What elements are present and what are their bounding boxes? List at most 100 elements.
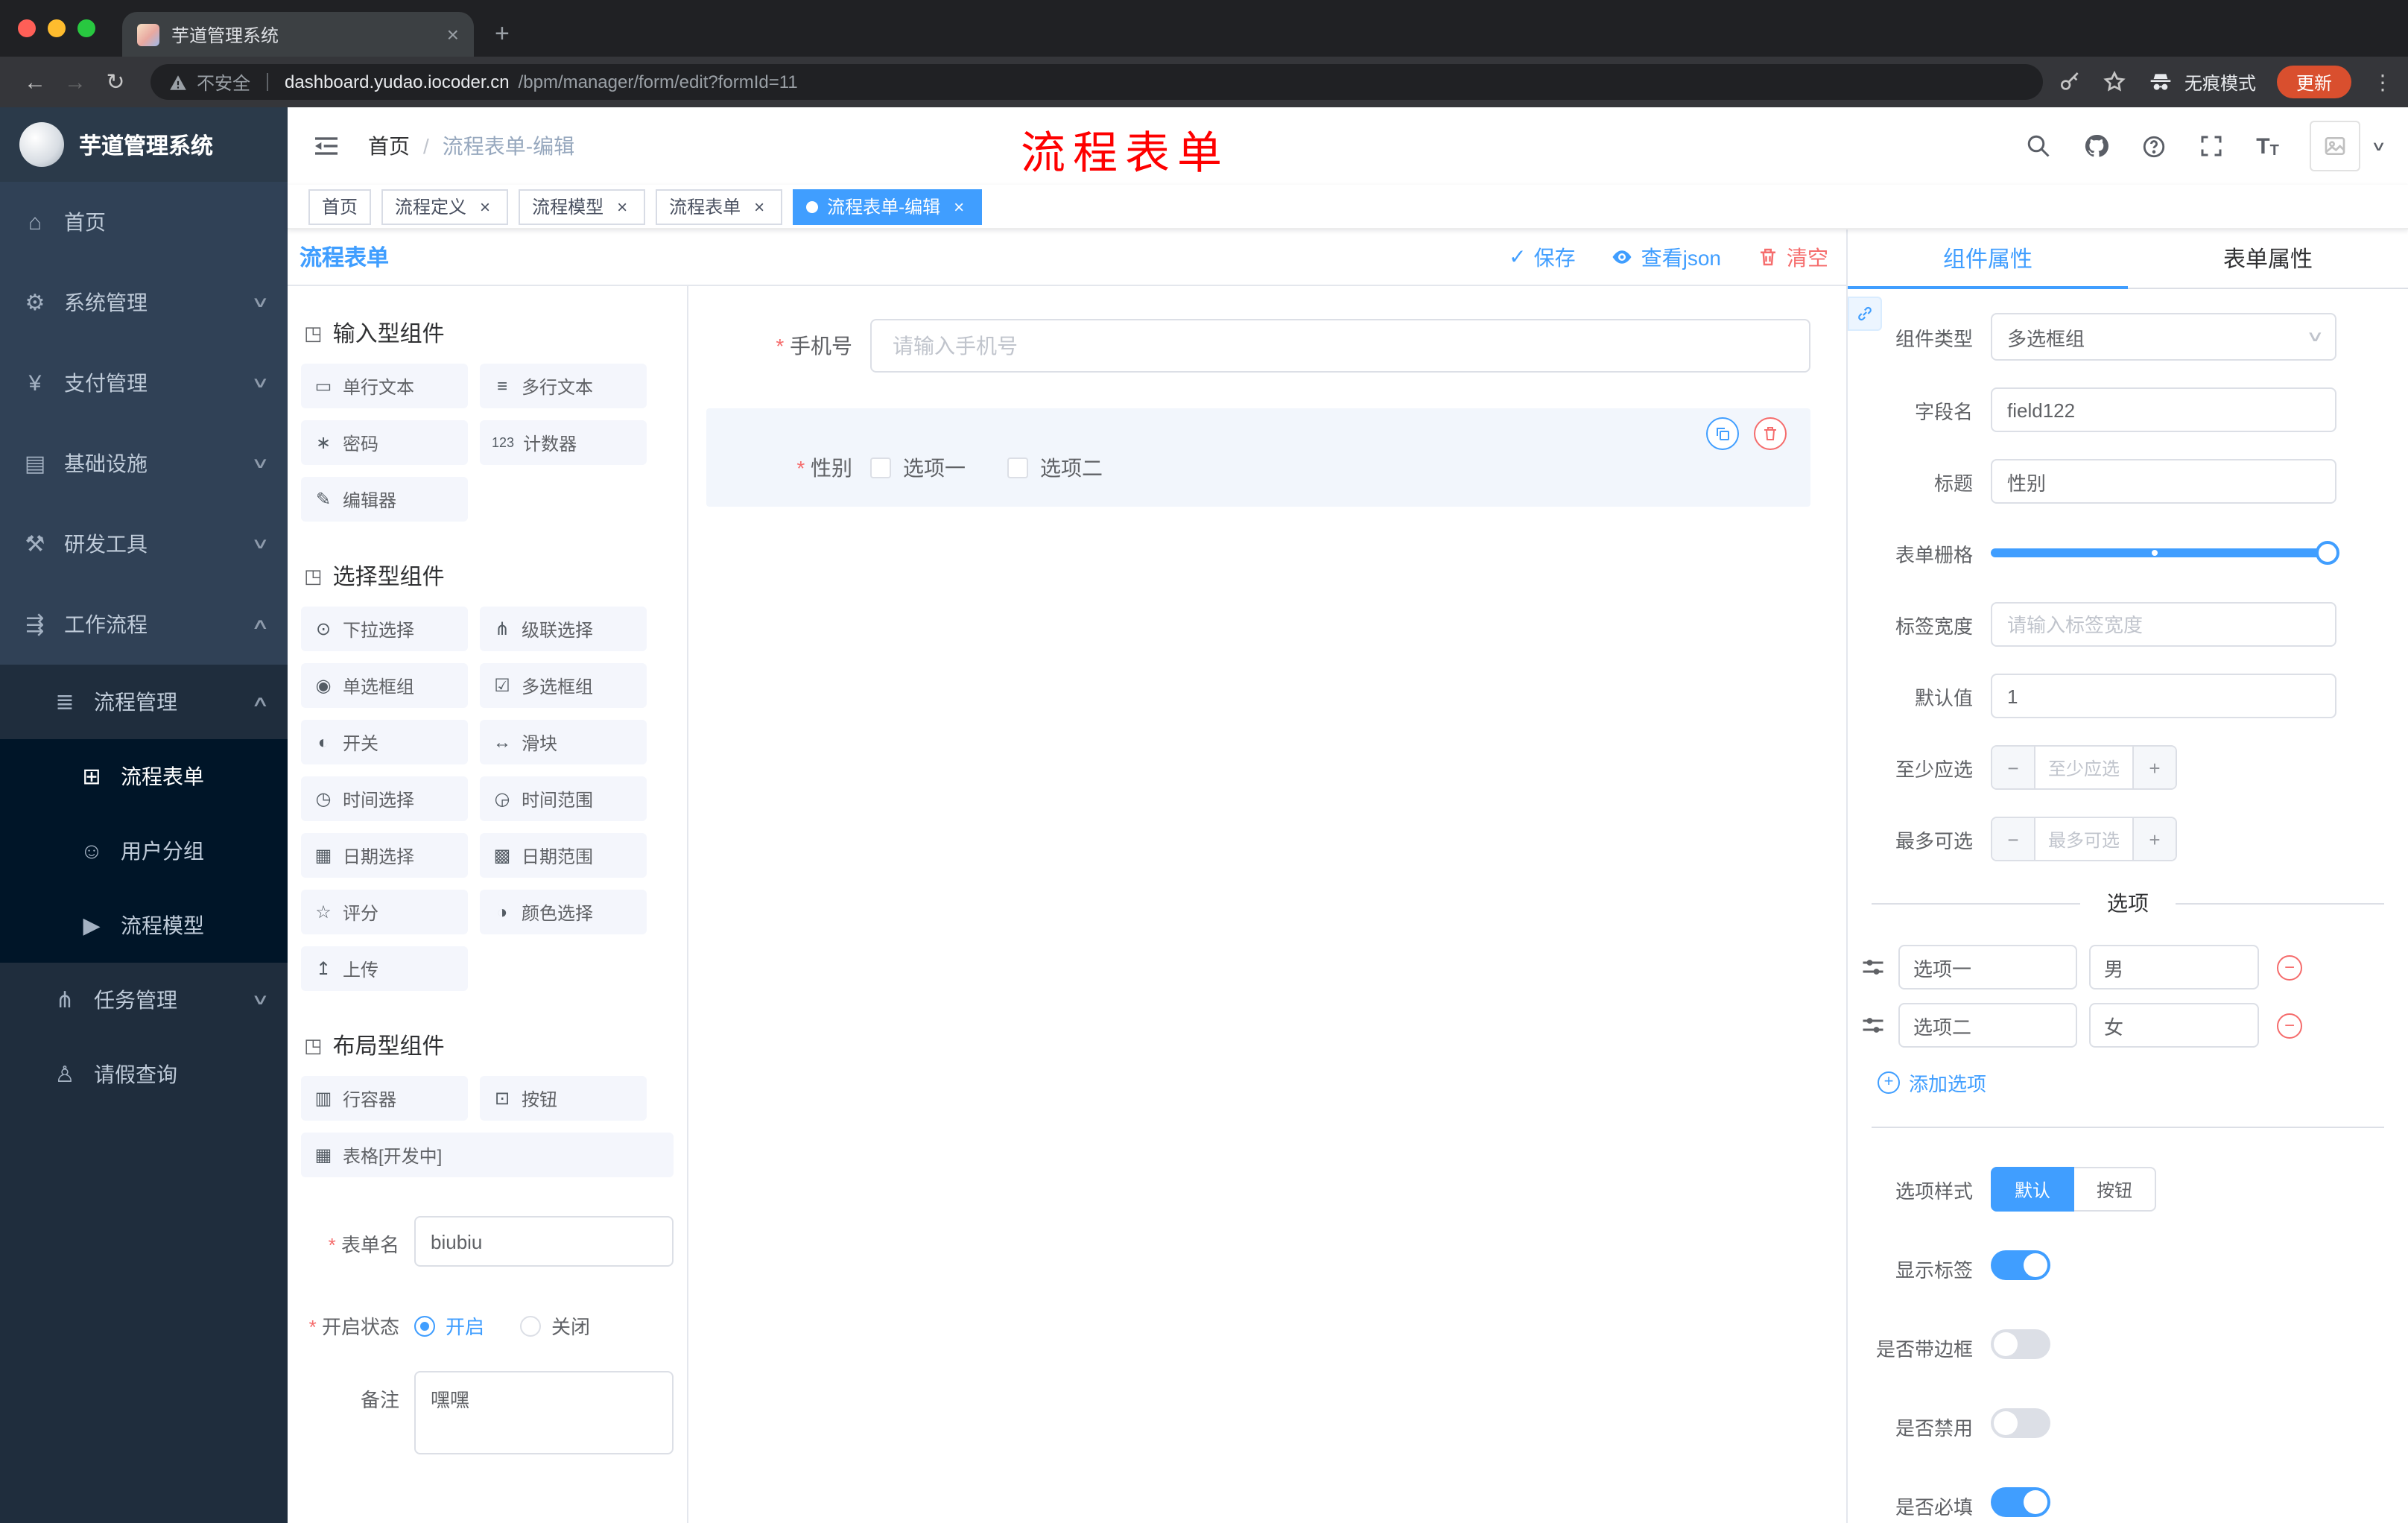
palette-item-counter[interactable]: 123 计数器: [480, 420, 647, 465]
sidebar-item-process-form[interactable]: ⊞ 流程表单: [0, 739, 288, 814]
new-tab-button[interactable]: +: [474, 19, 510, 57]
disabled-switch[interactable]: [1991, 1408, 2050, 1438]
sidebar-item-infrastructure[interactable]: ▤ 基础设施 ∨: [0, 423, 288, 504]
palette-item-multi-line-text[interactable]: ≡ 多行文本: [480, 364, 647, 408]
tag-close-icon[interactable]: ×: [949, 196, 969, 217]
palette-item-row-container[interactable]: ▥ 行容器: [301, 1076, 468, 1121]
canvas-item-gender-selected[interactable]: 性别 选项一 选项二: [706, 408, 1810, 507]
option2-name-input[interactable]: [1898, 1003, 2077, 1048]
phone-input[interactable]: [870, 319, 1810, 373]
palette-item-date-picker[interactable]: ▦ 日期选择: [301, 833, 468, 878]
save-button[interactable]: ✓ 保存: [1509, 242, 1575, 272]
window-maximize-button[interactable]: [77, 19, 95, 37]
min-select-value[interactable]: 至少应选: [2035, 747, 2132, 788]
decrease-button[interactable]: −: [1992, 818, 2035, 860]
remove-option-button[interactable]: −: [2277, 1013, 2302, 1038]
view-json-button[interactable]: 查看json: [1612, 242, 1721, 272]
palette-item-button[interactable]: ⊡ 按钮: [480, 1076, 647, 1121]
remove-option-button[interactable]: −: [2277, 954, 2302, 980]
tag-close-icon[interactable]: ×: [612, 196, 632, 217]
palette-item-cascader[interactable]: ⋔ 级联选择: [480, 607, 647, 651]
default-value-input[interactable]: [1991, 674, 2336, 718]
tab-form-props[interactable]: 表单属性: [2128, 229, 2408, 288]
sidebar-item-home[interactable]: ⌂ 首页: [0, 182, 288, 262]
back-button[interactable]: ←: [15, 69, 55, 95]
gender-option2-checkbox[interactable]: 选项二: [1007, 453, 1103, 483]
add-option-button[interactable]: + 添加选项: [1878, 1068, 2408, 1097]
palette-item-color-picker[interactable]: ◑ 颜色选择: [480, 890, 647, 934]
tab-component-props[interactable]: 组件属性: [1848, 229, 2128, 289]
tag-close-icon[interactable]: ×: [750, 196, 769, 217]
palette-item-radio-group[interactable]: ◉ 单选框组: [301, 663, 468, 708]
tag-home[interactable]: 首页: [308, 189, 372, 224]
component-type-select[interactable]: 多选框组 ∨: [1991, 313, 2336, 361]
palette-item-password[interactable]: ∗ 密码: [301, 420, 468, 465]
sidebar-item-devtools[interactable]: ⚒ 研发工具 ∨: [0, 504, 288, 584]
grid-slider[interactable]: [1991, 531, 2339, 575]
copy-component-button[interactable]: [1706, 417, 1739, 450]
window-close-button[interactable]: [18, 19, 36, 37]
decrease-button[interactable]: −: [1992, 747, 2035, 788]
increase-button[interactable]: +: [2132, 747, 2176, 788]
help-icon[interactable]: [2141, 133, 2167, 159]
remark-textarea[interactable]: 嘿嘿: [414, 1371, 674, 1454]
delete-component-button[interactable]: [1754, 417, 1787, 450]
palette-item-time-picker[interactable]: ◷ 时间选择: [301, 776, 468, 821]
field-name-input[interactable]: [1991, 387, 2336, 432]
avatar[interactable]: [2310, 121, 2361, 171]
clear-button[interactable]: 清空: [1757, 242, 1828, 272]
tag-process-form[interactable]: 流程表单 ×: [656, 189, 783, 224]
reload-button[interactable]: ↻: [95, 69, 136, 95]
palette-item-upload[interactable]: ↥ 上传: [301, 946, 468, 991]
sidebar-item-payment[interactable]: ¥ 支付管理 ∨: [0, 343, 288, 423]
show-label-switch[interactable]: [1991, 1250, 2050, 1280]
window-minimize-button[interactable]: [48, 19, 66, 37]
sidebar-fold-icon[interactable]: [311, 131, 341, 161]
label-width-input[interactable]: [1991, 602, 2336, 647]
password-key-icon[interactable]: [2058, 70, 2082, 94]
status-on-radio[interactable]: 开启: [414, 1311, 484, 1340]
sidebar-item-system[interactable]: ⚙ 系统管理 ∨: [0, 262, 288, 343]
bookmark-star-icon[interactable]: [2103, 70, 2126, 94]
drag-handle-icon[interactable]: [1860, 954, 1886, 981]
font-size-icon[interactable]: TT: [2256, 133, 2279, 159]
palette-item-time-range[interactable]: ◶ 时间范围: [480, 776, 647, 821]
fullscreen-icon[interactable]: [2198, 133, 2225, 159]
browser-update-button[interactable]: 更新: [2276, 66, 2351, 98]
tag-close-icon[interactable]: ×: [475, 196, 495, 217]
option1-value-input[interactable]: [2089, 945, 2259, 990]
tab-close-icon[interactable]: ×: [447, 22, 459, 46]
browser-menu-icon[interactable]: ⋮: [2372, 69, 2393, 95]
slider-handle[interactable]: [2316, 541, 2339, 565]
tag-process-definition[interactable]: 流程定义 ×: [381, 189, 509, 224]
tag-process-form-edit[interactable]: 流程表单-编辑 ×: [793, 189, 983, 224]
palette-item-select[interactable]: ⊙ 下拉选择: [301, 607, 468, 651]
palette-item-rate[interactable]: ☆ 评分: [301, 890, 468, 934]
palette-item-checkbox-group[interactable]: ☑ 多选框组: [480, 663, 647, 708]
tag-process-model[interactable]: 流程模型 ×: [519, 189, 646, 224]
palette-item-date-range[interactable]: ▩ 日期范围: [480, 833, 647, 878]
style-default-button[interactable]: 默认: [1991, 1167, 2075, 1212]
sidebar-item-leave-query[interactable]: ♙ 请假查询: [0, 1037, 288, 1112]
gender-option1-checkbox[interactable]: 选项一: [870, 453, 966, 483]
forward-button[interactable]: →: [55, 69, 95, 95]
status-off-radio[interactable]: 关闭: [520, 1311, 590, 1340]
drag-handle-icon[interactable]: [1860, 1012, 1886, 1039]
sidebar-item-task-management[interactable]: ⋔ 任务管理 ∨: [0, 963, 288, 1037]
link-icon[interactable]: [1848, 297, 1882, 331]
option2-value-input[interactable]: [2089, 1003, 2259, 1048]
search-icon[interactable]: [2025, 133, 2052, 159]
address-bar[interactable]: 不安全 dashboard.yudao.iocoder.cn/bpm/manag…: [150, 64, 2043, 100]
max-select-value[interactable]: 最多可选: [2035, 818, 2132, 860]
browser-tab[interactable]: 芋道管理系统 ×: [122, 12, 474, 57]
palette-item-editor[interactable]: ✎ 编辑器: [301, 477, 468, 522]
style-button-button[interactable]: 按钮: [2074, 1167, 2157, 1212]
required-switch[interactable]: [1991, 1487, 2050, 1517]
palette-item-slider[interactable]: ↔ 滑块: [480, 720, 647, 764]
sidebar-item-process-management[interactable]: ≣ 流程管理 ∧: [0, 665, 288, 739]
border-switch[interactable]: [1991, 1329, 2050, 1359]
increase-button[interactable]: +: [2132, 818, 2176, 860]
sidebar-item-workflow[interactable]: ⇶ 工作流程 ∧: [0, 584, 288, 665]
sidebar-item-process-model[interactable]: ▶ 流程模型: [0, 888, 288, 963]
palette-item-table[interactable]: ▦ 表格[开发中]: [301, 1133, 674, 1177]
